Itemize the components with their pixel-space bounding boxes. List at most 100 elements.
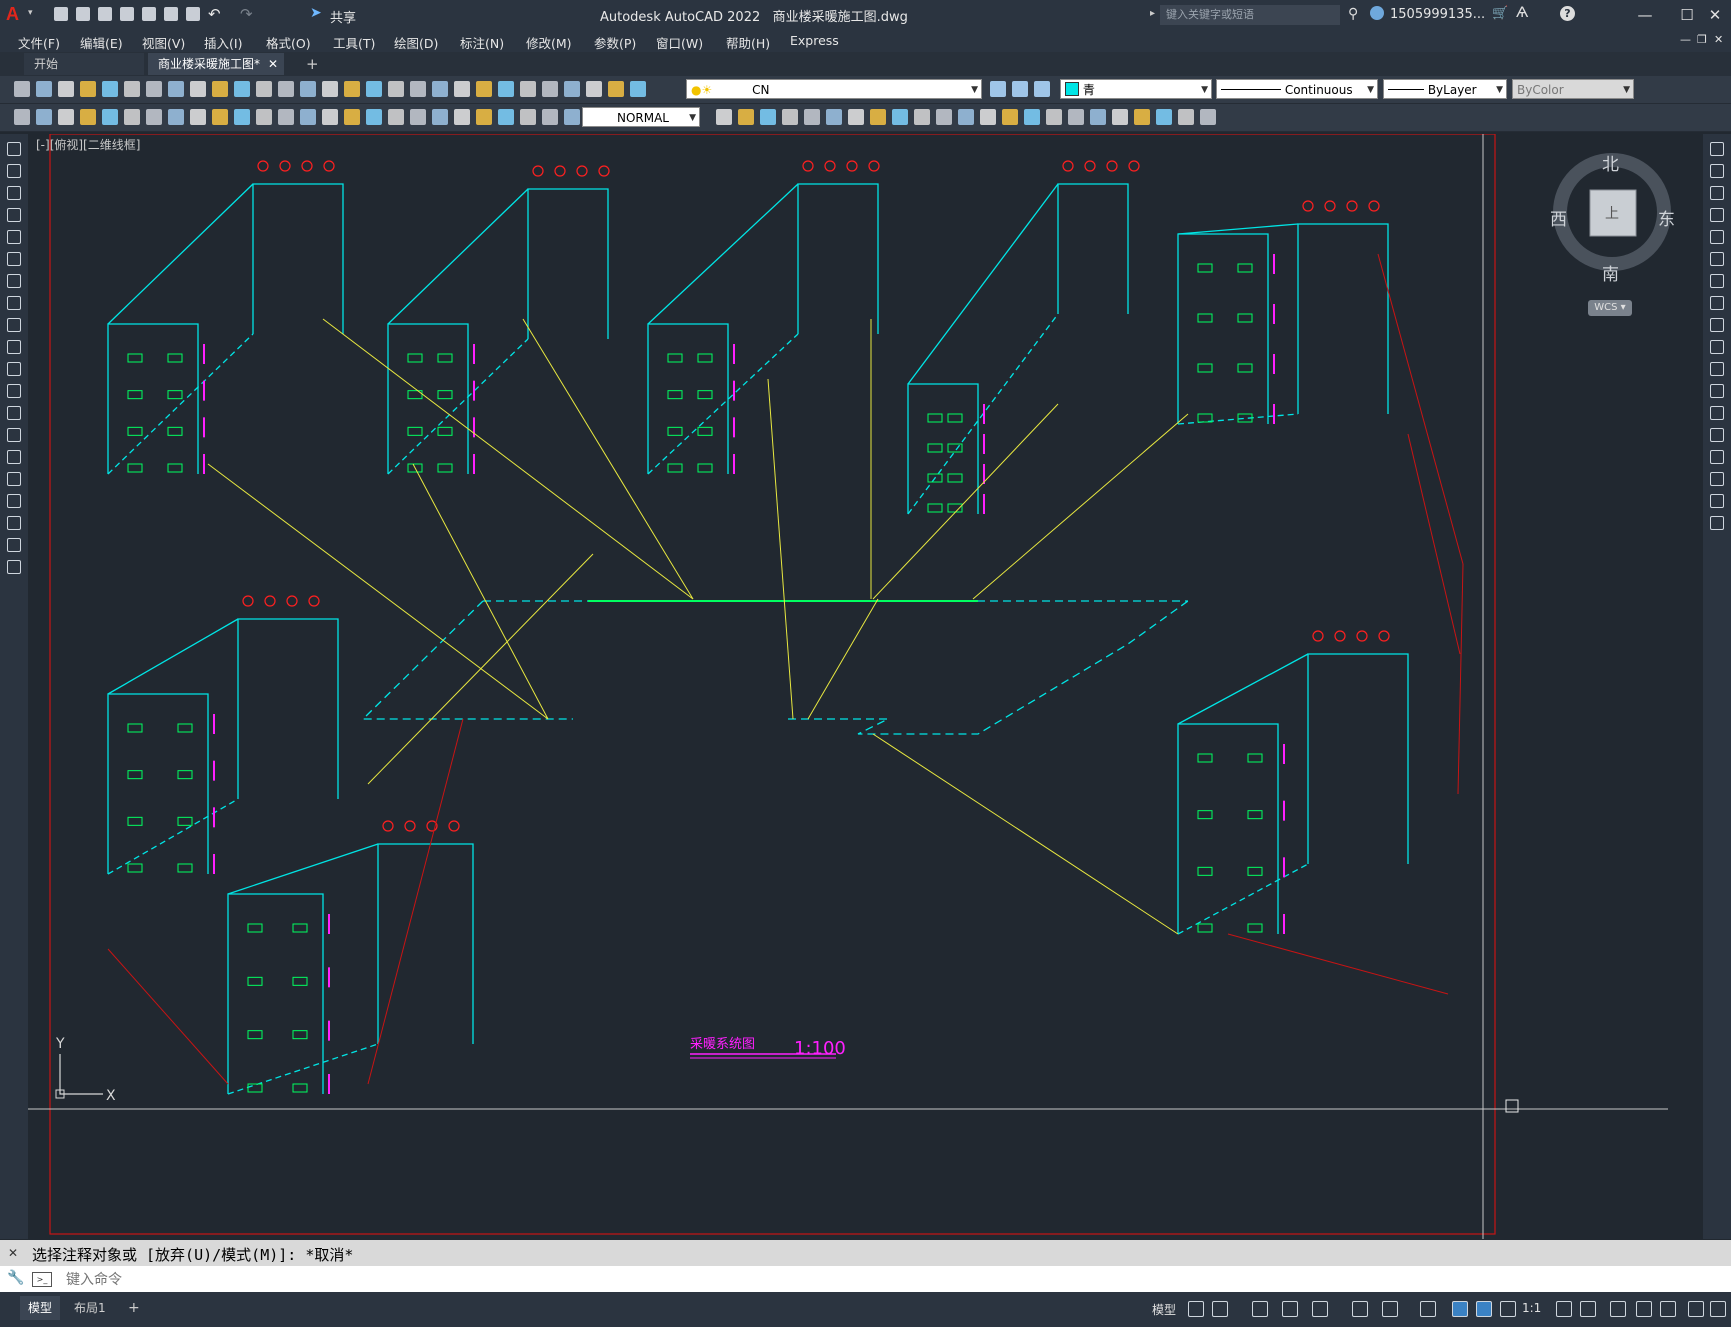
open-web-icon[interactable] bbox=[142, 7, 156, 21]
dimension-tool-icon[interactable] bbox=[520, 109, 536, 125]
draw-tool-icon[interactable] bbox=[7, 230, 21, 244]
modify-tool-icon[interactable] bbox=[1710, 516, 1724, 530]
dimension-tool-icon[interactable] bbox=[190, 109, 206, 125]
osnap-icon[interactable] bbox=[1352, 1301, 1368, 1317]
draw-tool-icon[interactable] bbox=[7, 186, 21, 200]
dimension-tool-icon[interactable] bbox=[826, 109, 842, 125]
wrench-icon[interactable]: 🔧 bbox=[7, 1270, 24, 1286]
tab-start[interactable]: 开始 bbox=[24, 53, 144, 75]
transparency-icon[interactable] bbox=[1452, 1301, 1468, 1317]
modify-tool-icon[interactable] bbox=[1710, 362, 1724, 376]
dimension-tool-icon[interactable] bbox=[1068, 109, 1084, 125]
draw-tool-icon[interactable] bbox=[7, 538, 21, 552]
draw-tool-icon[interactable] bbox=[7, 406, 21, 420]
standard-tool-icon[interactable] bbox=[388, 81, 404, 97]
dimension-tool-icon[interactable] bbox=[80, 109, 96, 125]
draw-tool-icon[interactable] bbox=[7, 274, 21, 288]
draw-tool-icon[interactable] bbox=[7, 252, 21, 266]
standard-tool-icon[interactable] bbox=[234, 81, 250, 97]
otrack-icon[interactable] bbox=[1382, 1301, 1398, 1317]
dimension-tool-icon[interactable] bbox=[716, 109, 732, 125]
layer-tool-icon[interactable] bbox=[1034, 81, 1050, 97]
standard-tool-icon[interactable] bbox=[630, 81, 646, 97]
standard-tool-icon[interactable] bbox=[366, 81, 382, 97]
standard-tool-icon[interactable] bbox=[564, 81, 580, 97]
draw-tool-icon[interactable] bbox=[7, 494, 21, 508]
dimension-tool-icon[interactable] bbox=[980, 109, 996, 125]
linetype-combo[interactable]: Continuous ▼ bbox=[1216, 79, 1378, 99]
dimension-tool-icon[interactable] bbox=[1024, 109, 1040, 125]
dimension-tool-icon[interactable] bbox=[936, 109, 952, 125]
dimension-tool-icon[interactable] bbox=[1178, 109, 1194, 125]
standard-tool-icon[interactable] bbox=[14, 81, 30, 97]
standard-tool-icon[interactable] bbox=[146, 81, 162, 97]
draw-tool-icon[interactable] bbox=[7, 384, 21, 398]
tab-current-drawing[interactable]: 商业楼采暖施工图* ✕ bbox=[148, 53, 284, 75]
modify-tool-icon[interactable] bbox=[1710, 494, 1724, 508]
dimension-tool-icon[interactable] bbox=[454, 109, 470, 125]
textstyle-combo[interactable]: NORMAL ▼ bbox=[582, 107, 700, 127]
menu-item[interactable]: 参数(P) bbox=[594, 33, 636, 52]
modify-tool-icon[interactable] bbox=[1710, 406, 1724, 420]
modify-tool-icon[interactable] bbox=[1710, 428, 1724, 442]
menu-item[interactable]: 标注(N) bbox=[460, 33, 504, 52]
save-web-icon[interactable] bbox=[164, 7, 178, 21]
draw-tool-icon[interactable] bbox=[7, 208, 21, 222]
tab-layout1[interactable]: 布局1 bbox=[66, 1296, 114, 1320]
modify-tool-icon[interactable] bbox=[1710, 230, 1724, 244]
drawing-canvas[interactable]: [-][俯视][二维线框] 采暖系统图 1:100 Y X bbox=[28, 134, 1703, 1239]
redo-icon[interactable]: ↷ bbox=[240, 5, 253, 23]
standard-tool-icon[interactable] bbox=[498, 81, 514, 97]
standard-tool-icon[interactable] bbox=[212, 81, 228, 97]
dimension-tool-icon[interactable] bbox=[958, 109, 974, 125]
standard-tool-icon[interactable] bbox=[432, 81, 448, 97]
annotation-visibility-icon[interactable] bbox=[1500, 1301, 1516, 1317]
draw-tool-icon[interactable] bbox=[7, 560, 21, 574]
autocad-logo[interactable]: A bbox=[6, 4, 28, 26]
plot-icon[interactable] bbox=[186, 7, 200, 21]
mdi-close-button[interactable]: ✕ bbox=[1714, 33, 1723, 46]
dimension-tool-icon[interactable] bbox=[366, 109, 382, 125]
standard-tool-icon[interactable] bbox=[190, 81, 206, 97]
standard-tool-icon[interactable] bbox=[542, 81, 558, 97]
layer-tool-icon[interactable] bbox=[1012, 81, 1028, 97]
draw-tool-icon[interactable] bbox=[7, 340, 21, 354]
standard-tool-icon[interactable] bbox=[454, 81, 470, 97]
modify-tool-icon[interactable] bbox=[1710, 274, 1724, 288]
ortho-icon[interactable] bbox=[1252, 1301, 1268, 1317]
dimension-tool-icon[interactable] bbox=[1134, 109, 1150, 125]
standard-tool-icon[interactable] bbox=[278, 81, 294, 97]
draw-tool-icon[interactable] bbox=[7, 296, 21, 310]
quick-properties-icon[interactable] bbox=[1660, 1301, 1676, 1317]
plotstyle-combo[interactable]: ByColor ▼ bbox=[1512, 79, 1634, 99]
layer-combo[interactable]: ●☀ CN ▼ bbox=[686, 79, 982, 99]
search-input[interactable]: 键入关键字或短语 bbox=[1160, 5, 1340, 25]
standard-tool-icon[interactable] bbox=[322, 81, 338, 97]
save-as-icon[interactable] bbox=[120, 7, 134, 21]
standard-tool-icon[interactable] bbox=[608, 81, 624, 97]
draw-tool-icon[interactable] bbox=[7, 142, 21, 156]
modify-tool-icon[interactable] bbox=[1710, 340, 1724, 354]
search-icon[interactable]: ⚲ bbox=[1348, 6, 1358, 22]
draw-tool-icon[interactable] bbox=[7, 516, 21, 530]
menu-item[interactable]: 视图(V) bbox=[142, 33, 185, 52]
modify-tool-icon[interactable] bbox=[1710, 472, 1724, 486]
modify-tool-icon[interactable] bbox=[1710, 384, 1724, 398]
maximize-button[interactable]: ☐ bbox=[1676, 4, 1698, 26]
user-name[interactable]: 1505999135... bbox=[1390, 7, 1485, 22]
dimension-tool-icon[interactable] bbox=[804, 109, 820, 125]
search-expand-icon[interactable]: ▸ bbox=[1150, 8, 1155, 19]
dimension-tool-icon[interactable] bbox=[498, 109, 514, 125]
dimension-tool-icon[interactable] bbox=[1002, 109, 1018, 125]
dimension-tool-icon[interactable] bbox=[124, 109, 140, 125]
dimension-tool-icon[interactable] bbox=[848, 109, 864, 125]
hardware-accel-icon[interactable] bbox=[1710, 1301, 1726, 1317]
menu-item[interactable]: 修改(M) bbox=[526, 33, 572, 52]
dimension-tool-icon[interactable] bbox=[542, 109, 558, 125]
snap-icon[interactable] bbox=[1212, 1301, 1228, 1317]
dimension-tool-icon[interactable] bbox=[914, 109, 930, 125]
menu-item[interactable]: 编辑(E) bbox=[80, 33, 123, 52]
modify-tool-icon[interactable] bbox=[1710, 252, 1724, 266]
autoscale-icon[interactable] bbox=[1556, 1301, 1572, 1317]
annotation-scale[interactable]: 1:1 bbox=[1522, 1301, 1541, 1315]
